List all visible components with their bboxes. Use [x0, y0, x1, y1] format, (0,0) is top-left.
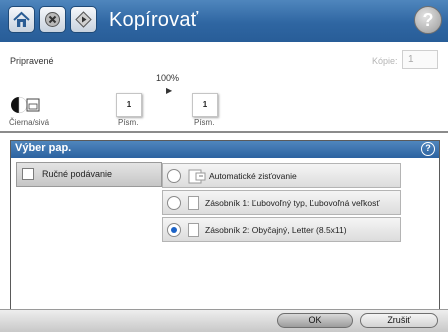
radio-icon[interactable] — [167, 196, 181, 210]
help-icon: ? — [422, 10, 434, 30]
option-label: Zásobník 1: Ľubovoľný typ, Ľubovoľná veľ… — [205, 198, 380, 208]
dialog-title: Výber pap. — [15, 142, 72, 154]
dialog-header: Výber pap. ? — [11, 141, 439, 158]
ok-button[interactable]: OK — [277, 313, 353, 328]
option-label: Zásobník 2: Obyčajný, Letter (8.5x11) — [205, 225, 347, 235]
page-title: Kopírovať — [109, 9, 199, 31]
start-button[interactable] — [70, 6, 97, 33]
option-auto-detect[interactable]: Automatické zisťovanie — [162, 163, 401, 188]
color-mode-label: Čierna/sivá — [9, 118, 50, 127]
status-text: Pripravené — [10, 56, 54, 66]
help-button[interactable]: ? — [414, 6, 442, 34]
manual-feed-label: Ručné podávanie — [42, 169, 113, 179]
destination-page[interactable]: 1 — [192, 93, 218, 117]
zoom-level: 100% — [156, 73, 180, 83]
start-icon — [75, 11, 92, 28]
home-icon — [13, 11, 30, 27]
copies-field[interactable]: 1 — [402, 50, 438, 69]
divider — [0, 131, 448, 133]
option-tray-2[interactable]: Zásobník 2: Obyčajný, Letter (8.5x11) — [162, 217, 401, 242]
stop-icon — [45, 12, 60, 27]
option-label: Automatické zisťovanie — [209, 171, 297, 181]
checkbox-icon[interactable] — [22, 168, 34, 180]
help-icon: ? — [425, 143, 431, 153]
color-mode-icon[interactable] — [10, 95, 44, 117]
source-label: Písm. — [118, 118, 139, 127]
paper-icon — [188, 223, 199, 237]
dialog-help-button[interactable]: ? — [421, 142, 435, 156]
manual-feed-checkbox[interactable]: Ručné podávanie — [16, 162, 162, 187]
cancel-button[interactable]: Zrušiť — [360, 313, 438, 328]
paper-icon — [188, 196, 199, 210]
home-button[interactable] — [8, 6, 35, 33]
option-tray-1[interactable]: Zásobník 1: Ľubovoľný typ, Ľubovoľná veľ… — [162, 190, 401, 215]
source-page[interactable]: 1 — [116, 93, 142, 117]
stop-button[interactable] — [39, 6, 66, 33]
copies-label: Kópie: — [372, 56, 398, 66]
auto-detect-icon — [188, 169, 206, 184]
destination-label: Písm. — [194, 118, 215, 127]
arrow-right-icon: ▶ — [166, 86, 173, 95]
radio-icon[interactable] — [167, 169, 181, 183]
title-bar: Kopírovať ? — [0, 0, 448, 42]
radio-selected-icon[interactable] — [167, 223, 181, 237]
paper-select-dialog: Výber pap. ? Ručné podávanie Automatické… — [10, 140, 440, 313]
